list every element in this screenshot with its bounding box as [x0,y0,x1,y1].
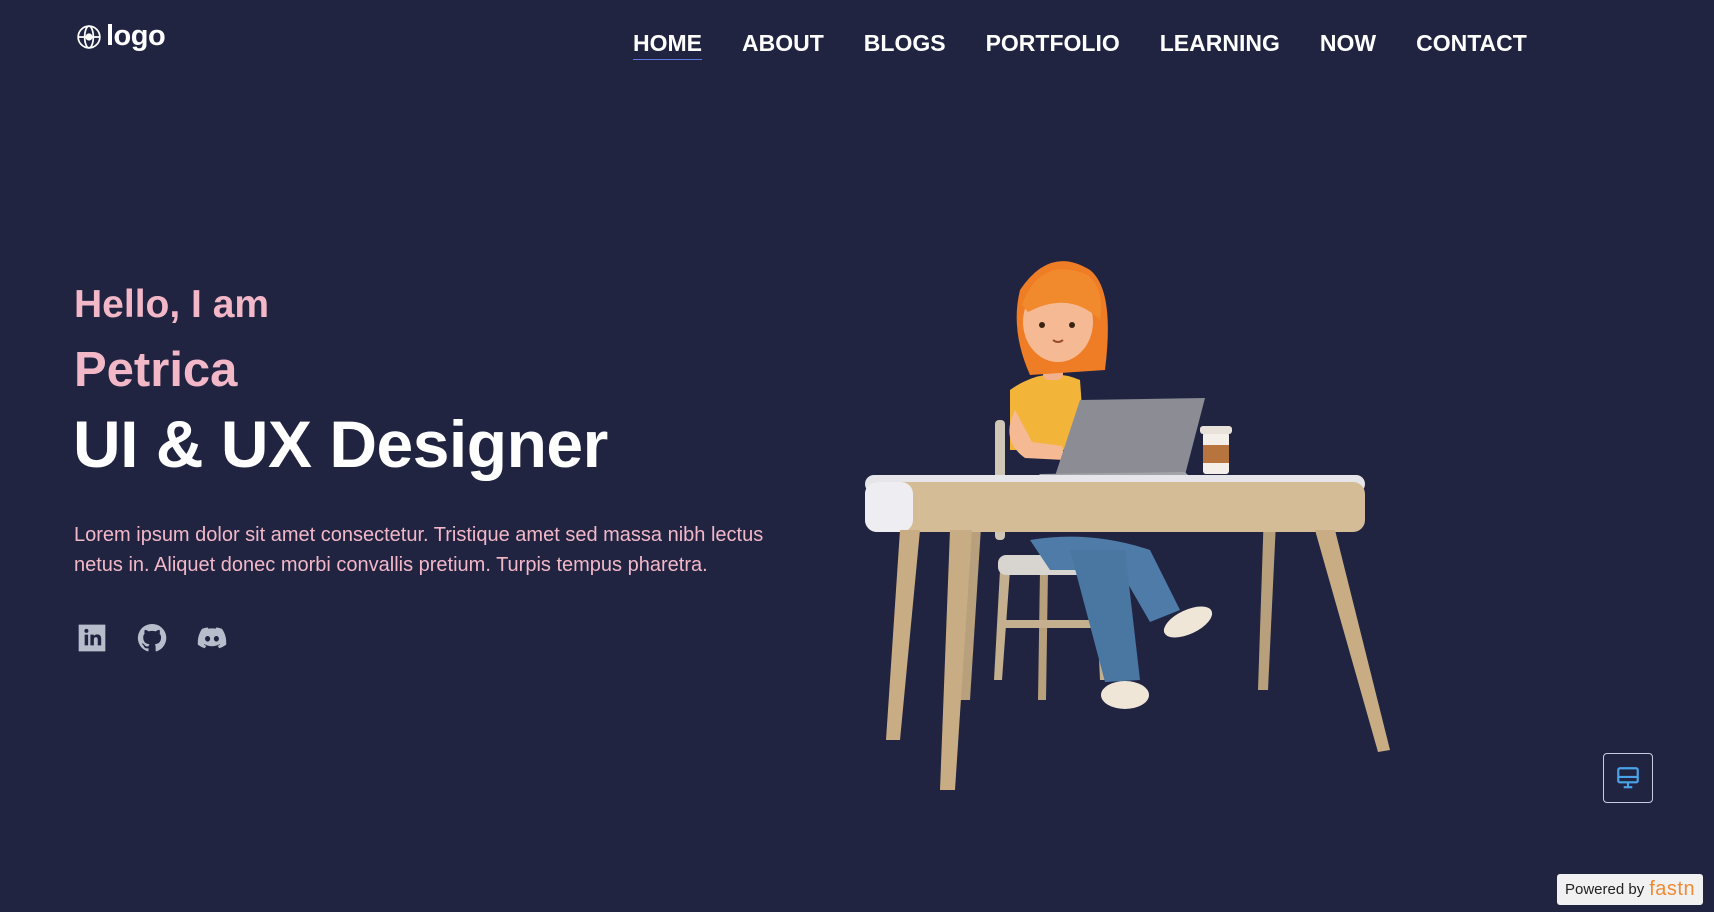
girl-shoe [1101,681,1149,709]
desk-drawer [865,482,1365,532]
nav-now[interactable]: NOW [1320,30,1376,60]
powered-by-badge[interactable]: Powered by fastn [1557,874,1704,905]
fastn-brand: fastn [1649,878,1696,900]
hero-name: Petrica [74,343,238,397]
chair-leg [1038,570,1048,700]
globe-icon [77,24,101,49]
monitor-icon [1617,767,1639,789]
chair-rung [1000,620,1100,628]
hero-illustration [865,261,1390,790]
discord-icon [197,627,227,649]
desk-leg-front-left [886,530,920,740]
github-link[interactable] [136,622,168,654]
nav-learning[interactable]: LEARNING [1160,30,1280,60]
site-logo[interactable]: logo [76,20,166,53]
logo-text: logo [106,20,166,52]
nav-blogs[interactable]: BLOGS [864,30,946,60]
device-toggle-button[interactable] [1603,753,1653,803]
nav-about[interactable]: ABOUT [742,30,824,60]
hero-role: UI & UX Designer [73,407,608,481]
desk-edge [865,482,913,532]
github-icon [137,623,167,652]
powered-by-label: Powered by [1565,881,1645,898]
linkedin-icon [78,624,106,652]
girl-eye [1039,322,1045,328]
laptop-screen [1055,398,1205,476]
coffee-sleeve [1203,445,1229,463]
nav-portfolio[interactable]: PORTFOLIO [986,30,1120,60]
hero-greeting: Hello, I am [74,283,270,326]
desk-leg-front-right [1315,530,1390,752]
discord-link[interactable] [196,622,228,654]
social-links [76,622,228,654]
nav-home[interactable]: HOME [633,30,702,60]
main-nav: HOME ABOUT BLOGS PORTFOLIO LEARNING NOW … [633,30,1567,60]
linkedin-link[interactable] [76,622,108,654]
coffee-lid [1200,426,1232,434]
nav-contact[interactable]: CONTACT [1416,30,1527,60]
girl-eye [1069,322,1075,328]
hero-bio: Lorem ipsum dolor sit amet consectetur. … [74,524,764,576]
